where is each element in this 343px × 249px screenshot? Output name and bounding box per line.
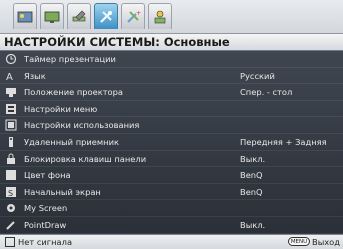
display-icon (44, 11, 60, 23)
menu-item-my-screen[interactable]: My Screen (0, 200, 343, 217)
usage-settings-icon (5, 119, 17, 131)
settings-wrench-icon (72, 10, 86, 21)
splash-screen-icon: S (5, 186, 17, 198)
advanced-settings-icon: + (127, 10, 141, 23)
tab-advanced[interactable]: + (121, 3, 145, 29)
exit-label[interactable]: Выход (312, 236, 340, 249)
menu-item-usage-settings[interactable]: Настройки использования (0, 117, 343, 134)
tab-bar: + (0, 0, 343, 33)
menu-item-remote-receiver[interactable]: Удаленный приемник Передняя + Задняя (0, 134, 343, 151)
signal-status: Нет сигнала (18, 237, 73, 247)
projector-position-icon (5, 86, 17, 98)
menu-item-value: Передняя + Задняя (240, 137, 327, 147)
settings-menu: Таймер презентации A Язык Русский Положе… (0, 51, 343, 234)
language-icon: A (5, 70, 17, 82)
timer-icon (5, 53, 17, 65)
tab-display[interactable] (40, 3, 64, 29)
menu-item-value: Выкл. (240, 220, 266, 230)
menu-item-panel-key-lock[interactable]: Блокировка клавиш панели Выкл. (0, 151, 343, 168)
system-settings-icon (100, 10, 112, 23)
tab-settings[interactable] (67, 3, 91, 29)
menu-item-splash-screen[interactable]: S Начальный экран BenQ (0, 184, 343, 201)
picture-icon (17, 11, 33, 22)
panel-lock-icon (5, 153, 17, 165)
menu-item-language[interactable]: A Язык Русский (0, 68, 343, 85)
input-source-icon (5, 237, 15, 247)
background-color-icon (5, 169, 17, 181)
menu-item-label: Начальный экран (24, 186, 101, 197)
menu-item-label: My Screen (24, 203, 68, 214)
svg-text:+: + (136, 10, 141, 17)
menu-item-label: Язык (24, 70, 46, 81)
menu-item-label: Таймер презентации (24, 54, 116, 64)
menu-key-icon[interactable]: MENU (288, 237, 310, 246)
menu-item-label: Настройки использования (24, 120, 140, 131)
menu-item-label: Цвет фона (24, 170, 71, 181)
menu-item-label: Положение проектора (24, 87, 123, 98)
svg-text:S: S (8, 189, 13, 198)
menu-item-value: BenQ (240, 186, 263, 197)
tab-picture[interactable] (13, 3, 37, 29)
my-screen-icon (5, 202, 17, 214)
menu-item-label: PointDraw (24, 220, 67, 230)
svg-text:A: A (6, 72, 13, 82)
menu-item-presentation-timer[interactable]: Таймер презентации (0, 51, 343, 68)
menu-item-pointdraw[interactable]: PointDraw Выкл. (0, 217, 343, 234)
menu-item-label: Настройки меню (24, 103, 98, 114)
tab-info[interactable] (148, 3, 172, 29)
remote-receiver-icon (5, 136, 17, 148)
tab-system[interactable] (94, 3, 118, 29)
menu-item-value: Спер. - стол (240, 87, 293, 98)
menu-item-label: Удаленный приемник (24, 137, 119, 147)
info-icon (154, 10, 166, 23)
projector-osd: + НАСТРОЙКИ СИСТЕМЫ: Основные Таймер пре… (0, 0, 343, 249)
menu-item-menu-settings[interactable]: Настройки меню (0, 101, 343, 118)
menu-item-value: Русский (240, 70, 275, 81)
pointdraw-icon (5, 219, 17, 231)
page-title: НАСТРОЙКИ СИСТЕМЫ: Основные (0, 33, 343, 51)
menu-item-background-color[interactable]: Цвет фона BenQ (0, 167, 343, 184)
menu-settings-icon (5, 103, 17, 115)
menu-item-projector-position[interactable]: Положение проектора Спер. - стол (0, 84, 343, 101)
menu-item-value: BenQ (240, 170, 263, 181)
status-footer: Нет сигнала MENU Выход (0, 234, 343, 249)
menu-item-value: Выкл. (240, 153, 266, 164)
menu-item-label: Блокировка клавиш панели (24, 153, 147, 164)
